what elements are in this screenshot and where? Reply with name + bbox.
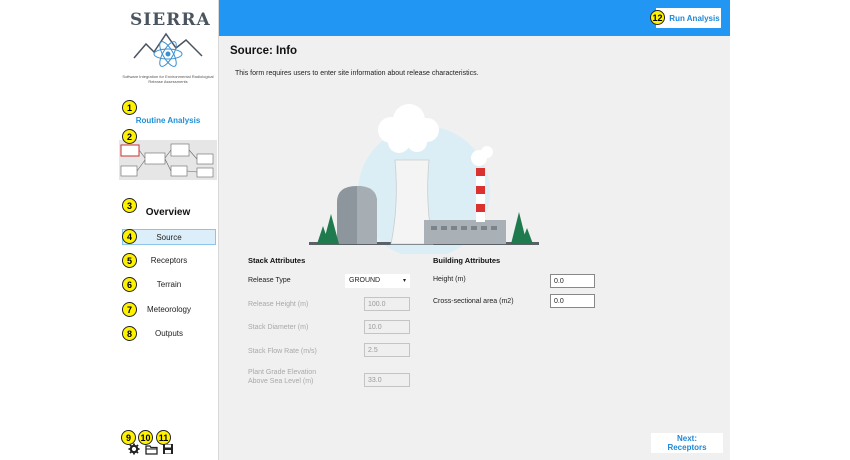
release-height-input[interactable] xyxy=(364,297,410,311)
callout-badge-9: 9 xyxy=(121,430,136,445)
nav-overview[interactable]: Overview xyxy=(118,207,218,218)
callout-badge-1: 1 xyxy=(122,100,137,115)
stack-flow-rate-label: Stack Flow Rate (m/s) xyxy=(248,348,317,355)
callout-badge-10: 10 xyxy=(138,430,153,445)
page-title: Source: Info xyxy=(230,45,298,57)
mode-label-routine-analysis[interactable]: Routine Analysis xyxy=(118,116,218,125)
run-analysis-button[interactable]: Run Analysis xyxy=(656,8,721,28)
plant-elevation-label-line1: Plant Grade Elevation xyxy=(248,369,317,376)
sierra-logo: SIERRA xyxy=(130,10,210,80)
nuclear-plant-illustration xyxy=(309,104,539,254)
top-bar: Run Analysis 12 xyxy=(219,0,730,36)
callout-badge-7: 7 xyxy=(122,302,137,317)
sierra-app: SIERRA Software Integration for Environm… xyxy=(118,0,730,460)
workflow-diagram-thumbnail[interactable] xyxy=(119,140,217,180)
main-content: Source: Info This form requires users to… xyxy=(219,36,730,460)
building-height-input[interactable] xyxy=(550,274,595,288)
workflow-diagram-icon xyxy=(120,143,214,178)
chevron-down-icon: ▾ xyxy=(402,278,406,284)
logo-atom-icon xyxy=(133,32,203,67)
cross-sectional-area-input[interactable] xyxy=(550,294,595,308)
callout-badge-6: 6 xyxy=(122,277,137,292)
release-height-label: Release Height (m) xyxy=(248,301,309,308)
building-height-label: Height (m) xyxy=(433,276,466,283)
stack-attributes-title: Stack Attributes xyxy=(248,256,306,265)
stack-diameter-input[interactable] xyxy=(364,320,410,334)
page-description: This form requires users to enter site i… xyxy=(235,70,479,77)
plant-elevation-input[interactable] xyxy=(364,373,410,387)
plant-elevation-label: Plant Grade Elevation Above Sea Level (m… xyxy=(248,368,316,386)
cross-sectional-area-label: Cross-sectional area (m2) xyxy=(433,298,514,305)
logo-subtitle: Software Integration for Environmental R… xyxy=(122,74,214,84)
sidebar: SIERRA Software Integration for Environm… xyxy=(118,0,219,460)
plant-elevation-label-line2: Above Sea Level (m) xyxy=(248,378,314,385)
callout-badge-4: 4 xyxy=(122,229,137,244)
release-type-label: Release Type xyxy=(248,277,291,284)
callout-badge-8: 8 xyxy=(122,326,137,341)
release-type-select[interactable]: GROUND ▾ xyxy=(345,274,410,288)
callout-badge-12: 12 xyxy=(650,10,665,25)
callout-badge-5: 5 xyxy=(122,253,137,268)
release-type-value: GROUND xyxy=(349,277,381,284)
stack-flow-rate-input[interactable] xyxy=(364,343,410,357)
next-receptors-button[interactable]: Next: Receptors xyxy=(651,433,723,453)
building-attributes-title: Building Attributes xyxy=(433,256,501,265)
stack-diameter-label: Stack Diameter (m) xyxy=(248,324,309,331)
callout-badge-2: 2 xyxy=(122,129,137,144)
callout-badge-11: 11 xyxy=(156,430,171,445)
